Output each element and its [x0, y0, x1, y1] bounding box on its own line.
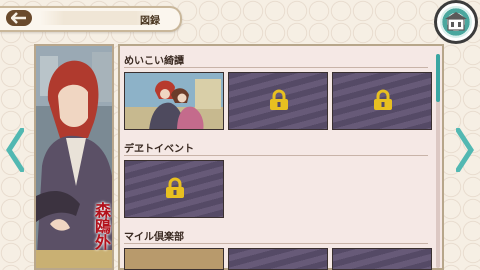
gallery-thumb-locked[interactable]: [228, 72, 328, 130]
gallery-panel[interactable]: めいこい綺譚 デヱトイベント マイル倶楽部: [118, 44, 444, 270]
lock-icon: [270, 89, 288, 110]
home-button[interactable]: [434, 0, 478, 44]
section-divider: [124, 155, 428, 156]
section-title: マイル倶楽部: [124, 232, 184, 243]
gallery-thumb-partial[interactable]: [124, 248, 224, 270]
gallery-thumb-unlocked[interactable]: [124, 72, 224, 130]
header-bar: 図録: [0, 6, 182, 32]
section-title: デヱトイベント: [124, 144, 194, 155]
gallery-thumb-locked[interactable]: [124, 160, 224, 218]
scroll-thumb[interactable]: [436, 54, 440, 102]
back-button[interactable]: [6, 10, 32, 26]
character-name: 森鴎外: [92, 202, 111, 250]
character-portrait: 森鴎外: [34, 44, 114, 270]
gallery-thumb-partial[interactable]: [228, 248, 328, 270]
home-shrine-icon: [445, 12, 467, 31]
gallery-thumb-locked[interactable]: [332, 72, 432, 130]
gallery-thumb-partial[interactable]: [332, 248, 432, 270]
section-title: めいこい綺譚: [124, 56, 184, 67]
scene-illustration: [125, 73, 223, 129]
lock-icon: [374, 89, 392, 110]
section-divider: [124, 243, 428, 244]
prev-character-arrow[interactable]: [6, 128, 24, 172]
page-title: 図録: [140, 16, 160, 27]
section-divider: [124, 67, 428, 68]
lock-icon: [166, 177, 184, 198]
back-arrow-icon: [11, 12, 26, 24]
next-character-arrow[interactable]: [456, 128, 474, 172]
